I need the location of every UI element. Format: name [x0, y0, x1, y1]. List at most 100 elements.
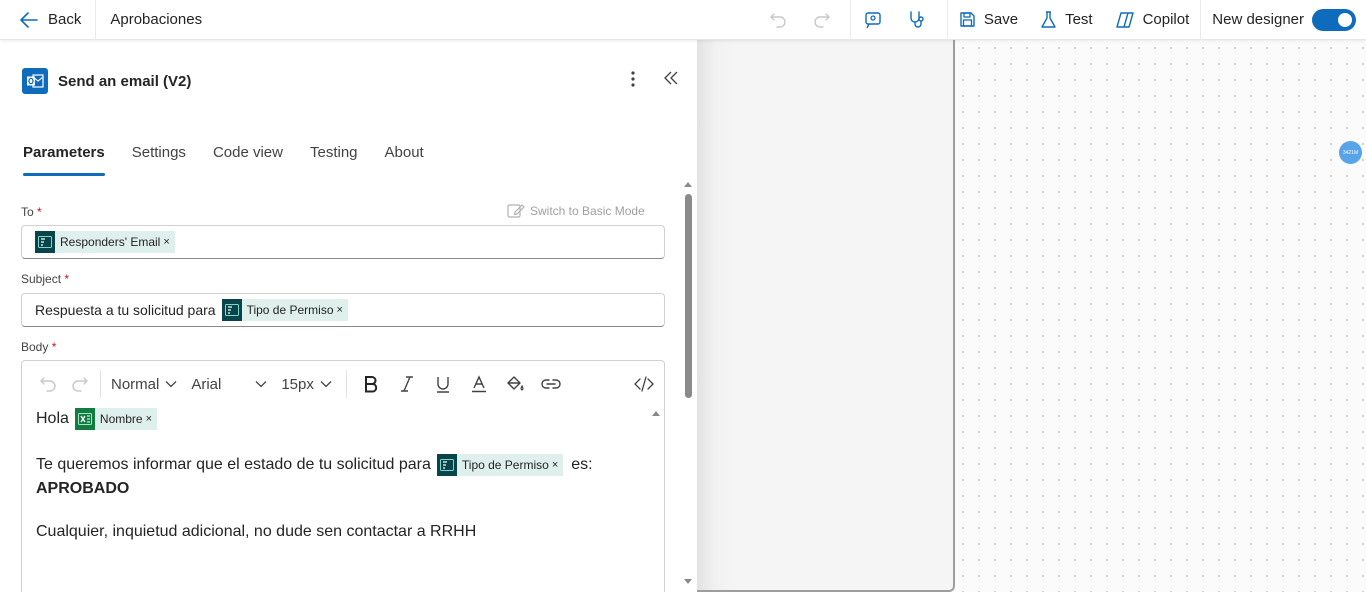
- switch-basic-mode-button[interactable]: Switch to Basic Mode: [507, 202, 645, 219]
- panel-title: Send an email (V2): [58, 72, 192, 90]
- flask-icon: [1041, 10, 1056, 28]
- collapse-panel-button[interactable]: [662, 68, 680, 93]
- font-color-button[interactable]: [465, 370, 493, 398]
- top-bar: Back Aprobaciones Save Test Copilot New …: [0, 0, 1366, 40]
- status-suffix-text: es:: [571, 456, 593, 473]
- body-content[interactable]: Hola Nombre × Te queremos informar que e…: [22, 407, 664, 544]
- panel-tabs: Parameters Settings Code view Testing Ab…: [23, 140, 451, 176]
- scroll-up-arrow[interactable]: [684, 182, 692, 187]
- undo-button[interactable]: [756, 0, 800, 40]
- chevron-double-left-icon: [664, 71, 678, 85]
- paint-bucket-icon: [507, 376, 524, 391]
- body-status-line: Te queremos informar que el estado de tu…: [36, 453, 664, 477]
- forms-icon: [436, 454, 457, 476]
- flow-checker-button[interactable]: [851, 0, 895, 40]
- italic-icon: [400, 376, 413, 392]
- font-size-select[interactable]: 15px: [281, 376, 332, 393]
- back-label: Back: [48, 11, 82, 28]
- token-label: Nombre: [99, 412, 143, 426]
- collaborator-avatar[interactable]: 3421M: [1339, 141, 1362, 164]
- designer-card-area: [697, 40, 955, 592]
- remove-token-icon[interactable]: ×: [337, 304, 343, 316]
- to-label: To *: [21, 205, 42, 219]
- status-value: APROBADO: [36, 480, 130, 497]
- more-options-button[interactable]: [626, 68, 640, 90]
- token-responders-email[interactable]: Responders' Email ×: [35, 231, 175, 253]
- code-view-button[interactable]: [630, 370, 658, 398]
- body-label: Body *: [21, 340, 57, 354]
- save-label: Save: [983, 11, 1019, 28]
- code-icon: [634, 376, 654, 392]
- block-format-select[interactable]: Normal: [111, 376, 177, 393]
- copilot-button[interactable]: Copilot: [1104, 0, 1201, 40]
- editor-undo-button[interactable]: [34, 370, 62, 398]
- token-label: Responders' Email: [60, 235, 161, 249]
- tab-testing[interactable]: Testing: [310, 140, 358, 176]
- underline-button[interactable]: [429, 370, 457, 398]
- outlook-icon: [22, 68, 48, 94]
- redo-icon: [814, 12, 830, 28]
- to-field[interactable]: Responders' Email ×: [21, 225, 665, 259]
- redo-button[interactable]: [800, 0, 844, 40]
- token-label: Tipo de Permiso: [461, 458, 549, 472]
- body-closing-line: Cualquier, inquietud adicional, no dude …: [36, 520, 664, 544]
- closing-text: Cualquier, inquietud adicional, no dude …: [36, 523, 477, 540]
- scroll-thumb[interactable]: [685, 194, 692, 398]
- action-panel: Send an email (V2) Parameters Settings C…: [4, 40, 697, 592]
- highlight-button[interactable]: [501, 370, 529, 398]
- toolbar-divider: [100, 370, 101, 398]
- insert-link-button[interactable]: [537, 370, 565, 398]
- excel-icon: [74, 408, 95, 430]
- token-tipo-de-permiso[interactable]: Tipo de Permiso ×: [436, 454, 564, 476]
- forms-icon: [35, 231, 55, 253]
- undo-icon: [40, 377, 56, 392]
- body-editor[interactable]: Normal Arial 15px Hola Nombre × Te quere…: [21, 360, 665, 592]
- tab-about[interactable]: About: [385, 140, 424, 176]
- edit-document-icon: [507, 204, 525, 218]
- panel-scrollbar[interactable]: [684, 182, 692, 592]
- subject-field[interactable]: Respuesta a tu solicitud para Tipo de Pe…: [21, 293, 665, 327]
- scroll-down-arrow[interactable]: [684, 579, 692, 584]
- font-family-select[interactable]: Arial: [191, 376, 267, 393]
- token-tipo-de-permiso[interactable]: Tipo de Permiso ×: [221, 299, 348, 321]
- bold-icon: [364, 376, 377, 393]
- editor-toolbar: Normal Arial 15px: [22, 361, 664, 407]
- chevron-down-icon: [320, 381, 332, 388]
- stethoscope-icon: [910, 10, 924, 28]
- designer-canvas[interactable]: [955, 40, 1366, 592]
- body-status-value-line: APROBADO: [36, 477, 664, 501]
- link-icon: [541, 379, 561, 389]
- token-label: Tipo de Permiso: [246, 303, 334, 317]
- arrow-left-icon: [20, 11, 38, 28]
- save-icon: [960, 12, 975, 27]
- remove-token-icon[interactable]: ×: [146, 413, 152, 425]
- subject-label: Subject *: [21, 272, 70, 286]
- test-label: Test: [1065, 11, 1093, 28]
- remove-token-icon[interactable]: ×: [163, 236, 169, 248]
- copilot-icon: [1115, 11, 1134, 28]
- greeting-text: Hola: [36, 410, 69, 427]
- chevron-down-icon: [255, 381, 267, 388]
- tab-parameters[interactable]: Parameters: [23, 140, 105, 176]
- more-vertical-icon: [631, 71, 635, 87]
- token-nombre[interactable]: Nombre ×: [74, 408, 158, 430]
- new-designer-toggle[interactable]: [1312, 8, 1356, 31]
- test-button[interactable]: Test: [1029, 0, 1104, 40]
- bold-button[interactable]: [357, 370, 385, 398]
- editor-redo-button[interactable]: [66, 370, 94, 398]
- diagnostics-button[interactable]: [895, 0, 939, 40]
- tab-settings[interactable]: Settings: [132, 140, 186, 176]
- tab-code-view[interactable]: Code view: [213, 140, 283, 176]
- subject-text: Respuesta a tu solicitud para: [35, 302, 216, 318]
- italic-button[interactable]: [393, 370, 421, 398]
- save-button[interactable]: Save: [948, 0, 1029, 40]
- body-greeting-line: Hola Nombre ×: [36, 407, 664, 431]
- switch-basic-mode-label: Switch to Basic Mode: [530, 203, 645, 218]
- remove-token-icon[interactable]: ×: [552, 459, 558, 471]
- back-button[interactable]: Back: [0, 0, 97, 40]
- forms-icon: [221, 299, 242, 321]
- panel-header: Send an email (V2): [22, 68, 191, 94]
- font-size-value: 15px: [281, 375, 314, 393]
- undo-icon: [770, 12, 786, 28]
